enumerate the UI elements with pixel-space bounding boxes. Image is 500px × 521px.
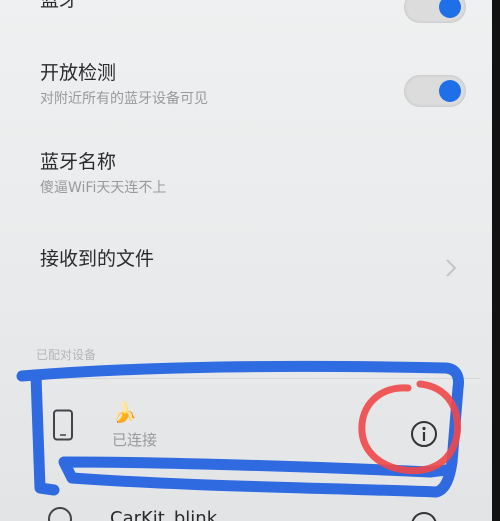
bluetooth-settings-screen: 蓝牙 开放检测 对附近所有的蓝牙设备可见 蓝牙名称 傻逼WiFi天天连不上 接收… xyxy=(0,0,492,521)
received-files-title: 接收到的文件 xyxy=(40,248,155,270)
phone-icon xyxy=(53,409,73,441)
open-detection-subtitle: 对附近所有的蓝牙设备可见 xyxy=(40,91,208,107)
paired-devices-label: 已配对设备 xyxy=(36,348,97,362)
device-name: 🍌 xyxy=(112,400,137,424)
received-files-row[interactable]: 接收到的文件 xyxy=(0,240,492,290)
chevron-right-icon xyxy=(446,259,457,277)
bluetooth-name-row[interactable]: 蓝牙名称 傻逼WiFi天天连不上 xyxy=(0,145,492,205)
toggle-knob xyxy=(439,0,461,18)
bluetooth-title: 蓝牙 xyxy=(40,0,79,11)
section-divider xyxy=(40,378,480,379)
device-name: CarKit_blink xyxy=(110,508,218,521)
bluetooth-name-title: 蓝牙名称 xyxy=(40,151,117,173)
info-icon[interactable] xyxy=(409,419,439,449)
device-icon xyxy=(48,507,72,521)
bluetooth-toggle[interactable] xyxy=(404,0,466,23)
bluetooth-toggle-row[interactable]: 蓝牙 xyxy=(0,0,492,30)
open-detection-toggle[interactable] xyxy=(404,75,466,107)
toggle-knob xyxy=(439,80,461,102)
device-status: 已连接 xyxy=(112,431,158,449)
open-detection-title: 开放检测 xyxy=(40,62,117,84)
bluetooth-name-value: 傻逼WiFi天天连不上 xyxy=(40,180,167,196)
info-icon[interactable] xyxy=(409,510,439,521)
open-detection-row[interactable]: 开放检测 对附近所有的蓝牙设备可见 xyxy=(0,50,492,120)
phone-bezel xyxy=(492,0,500,521)
